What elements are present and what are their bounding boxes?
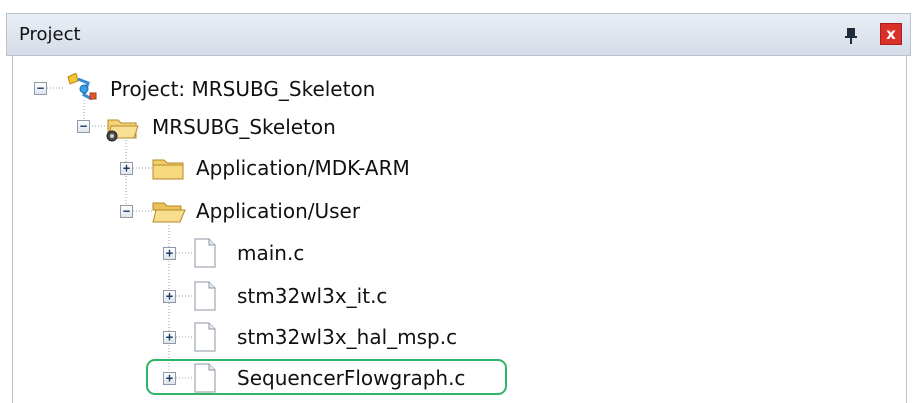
expand-toggle-file[interactable]: + <box>163 331 176 344</box>
tree-node-file[interactable]: + stm32wl3x_hal_msp.c <box>0 321 913 355</box>
tree-node-file[interactable]: + stm32wl3x_it.c <box>0 280 913 314</box>
tree-node-project[interactable]: − Project: MRSUBG_Skeleton <box>0 71 913 105</box>
tree-node-group-user[interactable]: − Application/User <box>0 195 913 229</box>
expand-toggle-file[interactable]: + <box>163 247 176 260</box>
collapse-toggle-user[interactable]: − <box>120 205 133 218</box>
file-icon <box>194 322 216 352</box>
project-panel: Project x − Project: MRSUBG_Skeleton − M… <box>0 0 913 403</box>
tree-label-file: stm32wl3x_it.c <box>237 284 388 308</box>
file-icon <box>194 363 216 393</box>
tree-label-mdk-arm: Application/MDK-ARM <box>196 156 410 180</box>
file-icon <box>194 238 216 268</box>
expand-toggle-file[interactable]: + <box>163 372 176 385</box>
folder-open-icon <box>152 202 186 223</box>
tree-node-file[interactable]: + main.c <box>0 237 913 271</box>
tree-label-target: MRSUBG_Skeleton <box>152 115 336 139</box>
tree-label-user: Application/User <box>196 199 361 223</box>
tree-label-file-sequencer: SequencerFlowgraph.c <box>237 366 466 390</box>
folder-closed-icon <box>152 159 184 180</box>
target-folder-icon <box>106 119 139 142</box>
tree-label-project: Project: MRSUBG_Skeleton <box>110 77 376 101</box>
tree-node-file-sequencer[interactable]: + SequencerFlowgraph.c <box>0 362 913 396</box>
collapse-toggle-project[interactable]: − <box>34 82 47 95</box>
project-icon <box>67 73 97 101</box>
expand-toggle-file[interactable]: + <box>163 290 176 303</box>
tree-node-group-mdk-arm[interactable]: + Application/MDK-ARM <box>0 152 913 186</box>
file-icon <box>194 281 216 311</box>
tree-label-file: main.c <box>237 241 305 265</box>
tree-label-file: stm32wl3x_hal_msp.c <box>237 325 458 349</box>
tree-node-target[interactable]: − MRSUBG_Skeleton <box>0 110 913 144</box>
collapse-toggle-target[interactable]: − <box>77 120 90 133</box>
expand-toggle-mdk-arm[interactable]: + <box>120 162 133 175</box>
